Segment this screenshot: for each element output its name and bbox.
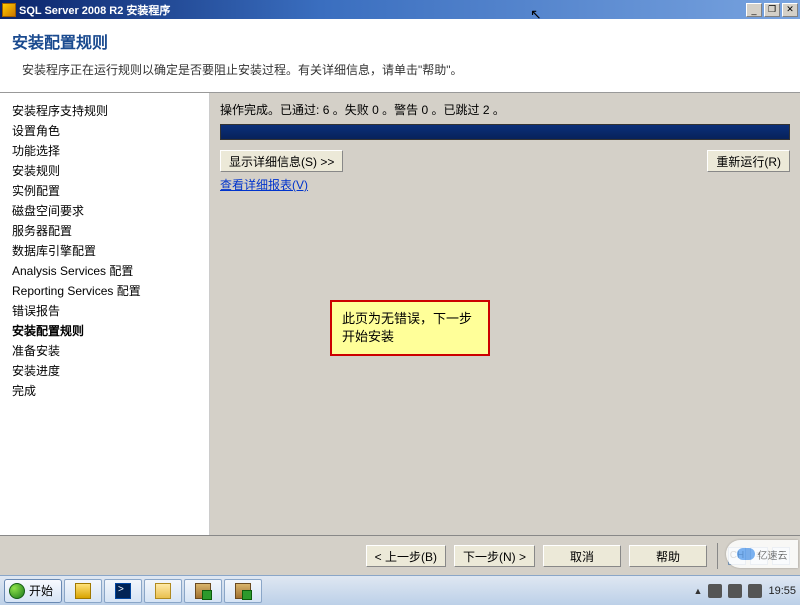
back-button[interactable]: < 上一步(B) (366, 545, 446, 567)
tray-icon-1[interactable] (708, 584, 722, 598)
sidebar-item-support-rules[interactable]: 安装程序支持规则 (12, 101, 205, 121)
sidebar-item-ready-install[interactable]: 准备安装 (12, 341, 205, 361)
status-mid1: 。失败 (333, 103, 369, 117)
watermark-text: 亿速云 (758, 547, 788, 562)
powershell-icon (115, 583, 131, 599)
progress-bar (220, 124, 790, 140)
sidebar-item-complete[interactable]: 完成 (12, 381, 205, 401)
page-subtitle: 安装程序正在运行规则以确定是否要阻止安装过程。有关详细信息，请单击"帮助"。 (12, 61, 788, 78)
action-row: 显示详细信息(S) >> 查看详细报表(V) 重新运行(R) (220, 150, 790, 194)
window-title: SQL Server 2008 R2 安装程序 (19, 2, 746, 18)
sidebar-item-analysis-config[interactable]: Analysis Services 配置 (12, 261, 205, 281)
task-package-1[interactable] (184, 579, 222, 603)
footer-separator (717, 543, 718, 569)
start-button[interactable]: 开始 (4, 579, 62, 603)
footer-buttons: < 上一步(B) 下一步(N) > 取消 帮助 CH ≡ ? (0, 535, 800, 575)
page-header: 安装配置规则 安装程序正在运行规则以确定是否要阻止安装过程。有关详细信息，请单击… (0, 19, 800, 93)
annotation-note: 此页为无错误，下一步开始安装 (330, 300, 490, 356)
tray-icon-2[interactable] (728, 584, 742, 598)
clock[interactable]: 19:55 (768, 585, 796, 597)
view-report-link[interactable]: 查看详细报表(V) (220, 176, 308, 193)
status-mid2: 。警告 (382, 103, 418, 117)
taskbar: 开始 ▲ 19:55 (0, 575, 800, 605)
help-button[interactable]: 帮助 (629, 545, 707, 567)
status-failed: 0 (372, 103, 379, 117)
content-pane: 操作完成。已通过: 6 。失败 0 。警告 0 。已跳过 2 。 显示详细信息(… (210, 93, 800, 535)
sidebar-item-setup-role[interactable]: 设置角色 (12, 121, 205, 141)
window-titlebar: SQL Server 2008 R2 安装程序 _ ❐ ✕ (0, 0, 800, 19)
minimize-button[interactable]: _ (746, 3, 762, 17)
sidebar-item-reporting-config[interactable]: Reporting Services 配置 (12, 281, 205, 301)
watermark: 亿速云 (726, 540, 798, 568)
app-icon (2, 3, 16, 17)
rerun-button[interactable]: 重新运行(R) (707, 150, 790, 172)
sidebar-item-install-rules[interactable]: 安装规则 (12, 161, 205, 181)
status-warning: 0 (421, 103, 428, 117)
window-controls: _ ❐ ✕ (746, 3, 798, 17)
task-package-2[interactable] (224, 579, 262, 603)
start-label: 开始 (29, 582, 53, 599)
sidebar-item-instance-config[interactable]: 实例配置 (12, 181, 205, 201)
sidebar-item-disk-space[interactable]: 磁盘空间要求 (12, 201, 205, 221)
status-skipped: 2 (483, 103, 490, 117)
sidebar-item-db-engine-config[interactable]: 数据库引擎配置 (12, 241, 205, 261)
sidebar-item-feature-selection[interactable]: 功能选择 (12, 141, 205, 161)
folder-icon (155, 583, 171, 599)
show-details-button[interactable]: 显示详细信息(S) >> (220, 150, 343, 172)
status-line: 操作完成。已通过: 6 。失败 0 。警告 0 。已跳过 2 。 (220, 101, 790, 118)
sidebar-item-error-report[interactable]: 错误报告 (12, 301, 205, 321)
system-tray: ▲ 19:55 (694, 584, 796, 598)
server-manager-icon (75, 583, 91, 599)
package-icon (195, 583, 211, 599)
maximize-button[interactable]: ❐ (764, 3, 780, 17)
status-mid3: 。已跳过 (432, 103, 480, 117)
package-icon (235, 583, 251, 599)
wizard-sidebar: 安装程序支持规则 设置角色 功能选择 安装规则 实例配置 磁盘空间要求 服务器配… (0, 93, 210, 535)
task-explorer[interactable] (144, 579, 182, 603)
cancel-button[interactable]: 取消 (543, 545, 621, 567)
page-title: 安装配置规则 (12, 29, 788, 53)
sidebar-item-install-progress[interactable]: 安装进度 (12, 361, 205, 381)
next-button[interactable]: 下一步(N) > (454, 545, 535, 567)
windows-logo-icon (9, 583, 25, 599)
status-suffix: 。 (493, 103, 505, 117)
sidebar-item-server-config[interactable]: 服务器配置 (12, 221, 205, 241)
task-server-manager[interactable] (64, 579, 102, 603)
tray-icon-3[interactable] (748, 584, 762, 598)
sidebar-item-install-config-rules[interactable]: 安装配置规则 (12, 321, 205, 341)
status-passed: 6 (323, 103, 330, 117)
tray-expand-icon[interactable]: ▲ (694, 586, 703, 596)
task-powershell[interactable] (104, 579, 142, 603)
status-prefix: 操作完成。已通过: (220, 103, 319, 117)
close-button[interactable]: ✕ (782, 3, 798, 17)
cloud-icon (737, 548, 755, 560)
